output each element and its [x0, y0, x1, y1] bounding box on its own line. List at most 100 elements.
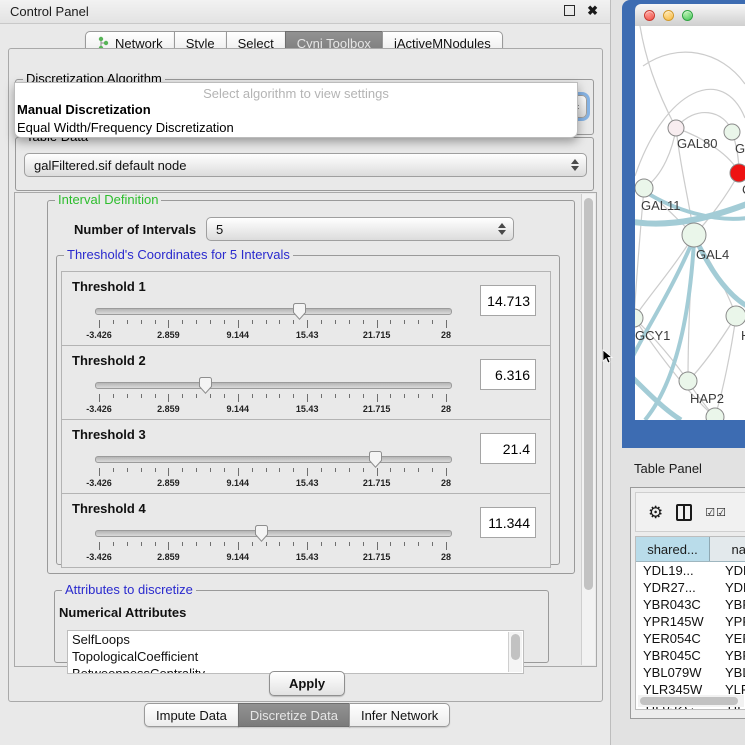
close-icon[interactable]: ✖	[587, 5, 598, 16]
network-node-gal80[interactable]	[668, 120, 684, 136]
network-node-c[interactable]	[730, 164, 745, 182]
thresholds-group: Threshold's Coordinates for 5 Intervals …	[56, 255, 560, 565]
table-horizontal-scrollbar[interactable]	[638, 695, 744, 707]
threshold-value-field[interactable]: 6.316	[480, 359, 536, 390]
threshold-panel-threshold-4: Threshold 4-3.4262.8599.14415.4321.71528…	[61, 493, 551, 568]
network-canvas[interactable]: GAL80GACGAL11GAL4GCY1HHAP2	[635, 26, 745, 420]
slider-ticks	[99, 542, 446, 550]
cell-shared-name[interactable]: YDL19...	[636, 563, 710, 578]
slider-track[interactable]	[95, 456, 452, 463]
table-panel: ⚙ ☑☑ shared... na YDL19...YDL1YDR27...YD…	[630, 487, 745, 719]
algorithm-dropdown-popup: Select algorithm to view settings Manual…	[14, 82, 578, 138]
network-view-window[interactable]: GAL80GACGAL11GAL4GCY1HHAP2	[622, 0, 745, 448]
cell-shared-name[interactable]: YBL079W	[636, 665, 710, 680]
network-graph: GAL80GACGAL11GAL4GCY1HHAP2	[635, 26, 745, 420]
numerical-attributes-label: Numerical Attributes	[59, 605, 186, 620]
attributes-group: Attributes to discretize Numerical Attri…	[54, 590, 549, 663]
table-rows: YDL19...YDL1YDR27...YDR2YBR043CYBR0YPR14…	[636, 562, 745, 710]
checkboxes-icon[interactable]: ☑☑	[705, 506, 727, 519]
table-row[interactable]: YBL079WYBL0	[636, 664, 745, 681]
table-row[interactable]: YDL19...YDL1	[636, 562, 745, 579]
column-header-shared-name[interactable]: shared...	[636, 537, 710, 561]
node-label: GA	[735, 141, 745, 156]
interval-definition-group: Interval Definition Number of Intervals …	[47, 200, 575, 574]
attribute-item-selfloops[interactable]: SelfLoops	[68, 631, 523, 648]
attribute-item-topologicalcoefficient[interactable]: TopologicalCoefficient	[68, 648, 523, 665]
threshold-slider[interactable]: -3.4262.8599.14415.4321.71528	[95, 382, 450, 408]
cell-shared-name[interactable]: YER054C	[636, 631, 710, 646]
slider-ticks	[99, 468, 446, 476]
number-of-intervals-combobox[interactable]: 5	[206, 217, 514, 241]
slider-ticks	[99, 394, 446, 402]
network-node-gal11[interactable]	[635, 179, 653, 197]
cell-shared-name[interactable]: YPR145W	[636, 614, 710, 629]
node-label: GCY1	[635, 328, 670, 343]
cell-name[interactable]: YBR0	[710, 648, 745, 663]
node-label: H	[741, 328, 745, 343]
cell-shared-name[interactable]: YBR045C	[636, 648, 710, 663]
slider-track[interactable]	[95, 382, 452, 389]
slider-thumb[interactable]	[255, 525, 268, 542]
settings-panel-scrollbar[interactable]	[581, 194, 595, 665]
table-data-combobox[interactable]: galFiltered.sif default node	[24, 153, 587, 177]
popup-option-manual-discretization[interactable]: Manual Discretization	[15, 101, 577, 119]
tab-impute-data[interactable]: Impute Data	[144, 703, 239, 727]
slider-thumb[interactable]	[199, 377, 212, 394]
thresholds-group-title: Threshold's Coordinates for 5 Intervals	[64, 248, 293, 262]
tab-discretize-data[interactable]: Discretize Data	[238, 703, 350, 727]
slider-tick-labels: -3.4262.8599.14415.4321.71528	[99, 330, 446, 340]
columns-icon[interactable]	[676, 504, 692, 521]
slider-track[interactable]	[95, 308, 452, 315]
threshold-value-field[interactable]: 14.713	[480, 285, 536, 316]
numerical-attributes-list[interactable]: SelfLoopsTopologicalCoefficientBetweenne…	[67, 630, 524, 674]
column-header-name[interactable]: na	[710, 537, 745, 561]
network-window-titlebar	[635, 4, 745, 27]
cell-name[interactable]: YBR0	[710, 597, 745, 612]
table-row[interactable]: YBR043CYBR0	[636, 596, 745, 613]
cell-shared-name[interactable]: YDR27...	[636, 580, 710, 595]
cell-name[interactable]: YER0	[710, 631, 745, 646]
panel-title: Control Panel	[0, 4, 89, 19]
minimize-traffic-icon[interactable]	[663, 10, 674, 21]
network-node-hap2[interactable]	[679, 372, 697, 390]
tab-label: Impute Data	[156, 708, 227, 723]
zoom-traffic-icon[interactable]	[682, 10, 693, 21]
table-data-value: galFiltered.sif default node	[34, 158, 186, 173]
tab-label: Infer Network	[361, 708, 438, 723]
slider-track[interactable]	[95, 530, 452, 537]
float-window-icon[interactable]	[564, 5, 575, 16]
slider-thumb[interactable]	[369, 451, 382, 468]
cell-name[interactable]: YDL1	[710, 563, 745, 578]
table-row[interactable]: YBR045CYBR0	[636, 647, 745, 664]
threshold-slider[interactable]: -3.4262.8599.14415.4321.71528	[95, 456, 450, 482]
threshold-panel-threshold-2: Threshold 2-3.4262.8599.14415.4321.71528…	[61, 345, 551, 420]
close-traffic-icon[interactable]	[644, 10, 655, 21]
table-row[interactable]: YER054CYER0	[636, 630, 745, 647]
screen: Control Panel ✖ NetworkStyleSelectCyni T…	[0, 0, 745, 745]
threshold-slider[interactable]: -3.4262.8599.14415.4321.71528	[95, 530, 450, 556]
threshold-value-field[interactable]: 11.344	[480, 507, 536, 538]
network-node-gcy1[interactable]	[635, 309, 643, 327]
cell-name[interactable]: YDR2	[710, 580, 745, 595]
tab-infer-network[interactable]: Infer Network	[349, 703, 450, 727]
table-row[interactable]: YPR145WYPR1	[636, 613, 745, 630]
table-row[interactable]: YDR27...YDR2	[636, 579, 745, 596]
node-label: HAP2	[690, 391, 724, 406]
number-of-intervals-value: 5	[216, 222, 223, 237]
gear-icon[interactable]: ⚙	[648, 504, 663, 521]
network-node-ga[interactable]	[724, 124, 740, 140]
node-label: GAL80	[677, 136, 717, 151]
node-table[interactable]: shared... na YDL19...YDL1YDR27...YDR2YBR…	[635, 536, 745, 710]
attributes-list-scrollbar[interactable]	[508, 632, 522, 672]
threshold-slider[interactable]: -3.4262.8599.14415.4321.71528	[95, 308, 450, 334]
network-node-h[interactable]	[726, 306, 745, 326]
interval-definition-group-title: Interval Definition	[55, 193, 161, 207]
apply-button[interactable]: Apply	[269, 671, 345, 696]
cell-name[interactable]: YBL0	[710, 665, 745, 680]
popup-option-equal-width-frequency-discretization[interactable]: Equal Width/Frequency Discretization	[15, 119, 577, 137]
threshold-value-field[interactable]: 21.4	[480, 433, 536, 464]
cell-shared-name[interactable]: YBR043C	[636, 597, 710, 612]
slider-thumb[interactable]	[293, 303, 306, 320]
cell-name[interactable]: YPR1	[710, 614, 745, 629]
network-node-gal4[interactable]	[682, 223, 706, 247]
